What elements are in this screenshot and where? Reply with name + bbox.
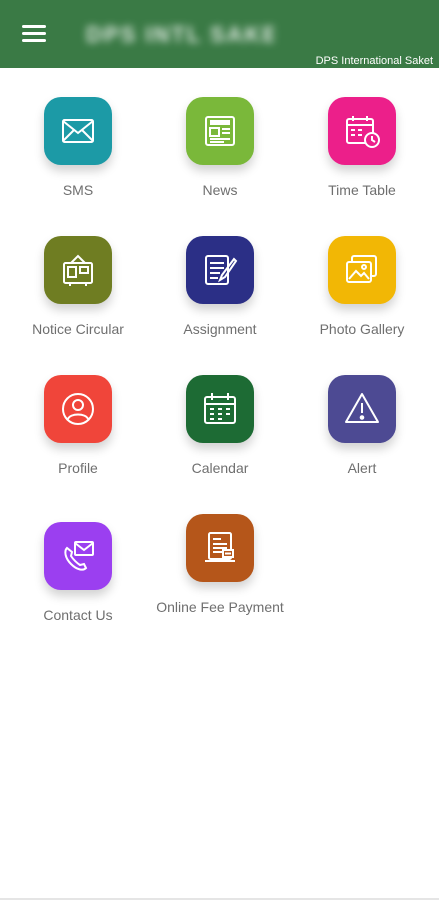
app-bar: DPS INTL SAKET DPS International Saket [0,0,439,68]
user-icon [44,375,112,443]
document-pen-icon [186,236,254,304]
calendar-clock-icon [328,97,396,165]
tile-sms[interactable]: SMS [13,97,143,199]
tile-online-fee-payment[interactable]: Online Fee Payment [155,514,285,616]
phone-envelope-icon [44,522,112,590]
tile-news[interactable]: News [155,97,285,199]
newspaper-icon [186,97,254,165]
tile-contact-us[interactable]: Contact Us [13,522,143,624]
tile-photo-gallery[interactable]: Photo Gallery [297,236,427,338]
calendar-icon [186,375,254,443]
tile-label: News [202,182,238,198]
invoice-icon [186,514,254,582]
tile-notice-circular[interactable]: Notice Circular [13,236,143,338]
menu-icon[interactable] [22,24,46,44]
warning-triangle-icon [328,375,396,443]
tile-label: Notice Circular [32,321,124,337]
tile-profile[interactable]: Profile [13,375,143,477]
tile-label: Assignment [183,321,257,337]
tile-label: Profile [58,460,98,476]
envelope-icon [44,97,112,165]
tile-label: Online Fee Payment [156,599,284,615]
tile-label: Time Table [328,182,396,198]
tile-label: Contact Us [43,607,113,623]
tile-label: SMS [62,182,94,198]
notice-board-icon [44,236,112,304]
school-name: DPS International Saket [315,55,433,67]
tile-label: Calendar [191,460,249,476]
tile-label: Photo Gallery [319,321,405,337]
image-gallery-icon [328,236,396,304]
tile-calendar[interactable]: Calendar [155,375,285,477]
tile-label: Alert [347,460,377,476]
tile-alert[interactable]: Alert [297,375,427,477]
tile-assignment[interactable]: Assignment [155,236,285,338]
tile-time-table[interactable]: Time Table [297,97,427,199]
app-title: DPS INTL SAKET [86,22,274,47]
